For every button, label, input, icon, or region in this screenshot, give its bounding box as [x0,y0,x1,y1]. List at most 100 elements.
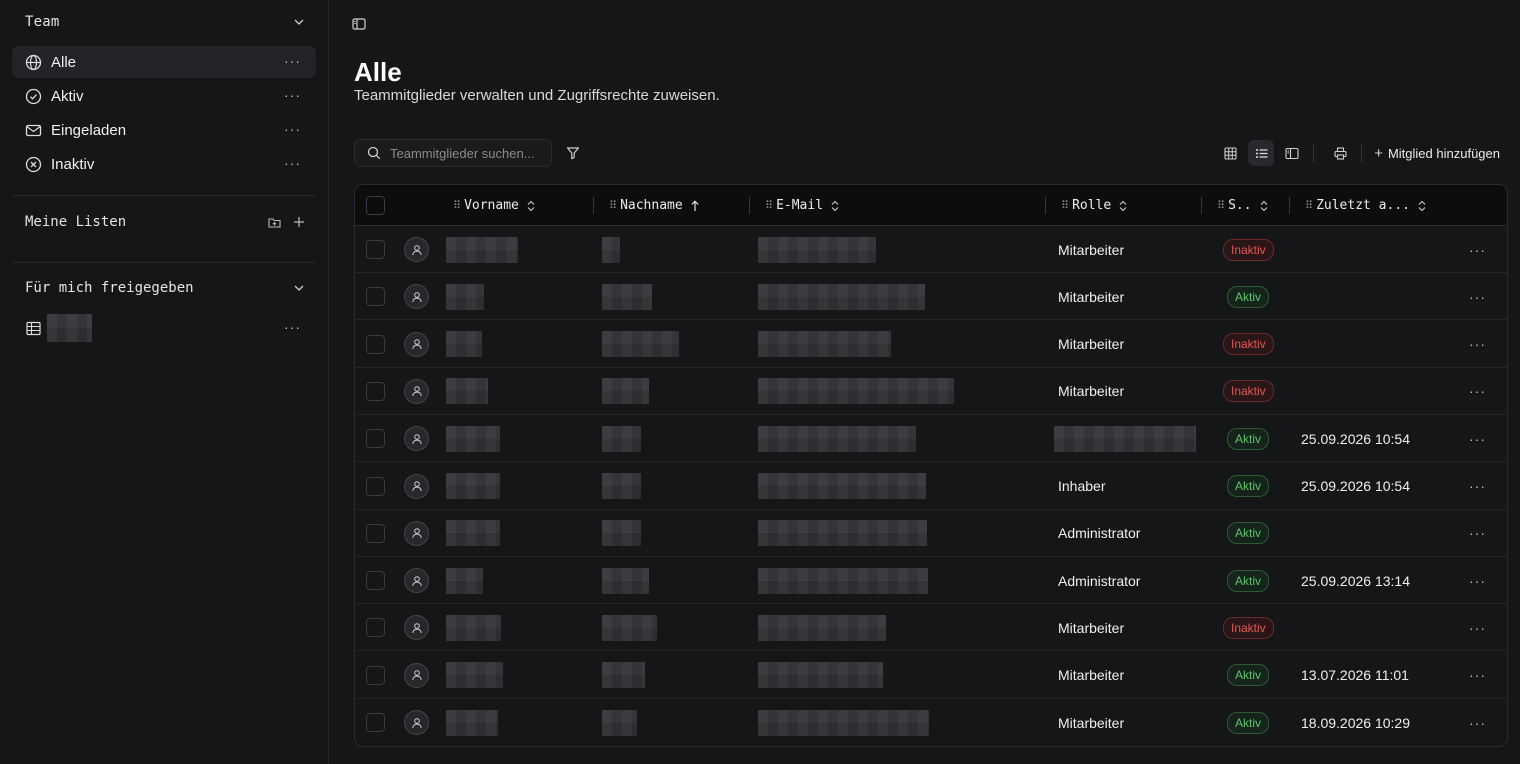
search-input[interactable] [390,145,540,161]
email-cell [758,557,928,604]
drag-handle-icon[interactable]: ⠿ [453,199,461,212]
row-checkbox[interactable] [366,240,385,259]
row-checkbox[interactable] [366,334,385,354]
drag-handle-icon[interactable]: ⠿ [1061,199,1069,212]
split-view-button[interactable] [1279,140,1305,166]
last-name-cell [602,368,649,415]
print-button[interactable] [1327,140,1353,166]
redacted-email [758,567,928,594]
row-select-cell [366,368,385,415]
search-box[interactable] [354,139,552,167]
more-icon[interactable]: ··· [1469,715,1486,731]
grid-view-button[interactable] [1217,140,1243,166]
row-checkbox[interactable] [366,476,385,496]
team-switcher[interactable]: Team [25,12,305,32]
more-icon[interactable]: ··· [1469,525,1486,541]
drag-handle-icon[interactable]: ⠿ [765,199,773,212]
row-checkbox[interactable] [366,523,385,543]
column-first-name[interactable]: ⠿ Vorname [453,185,536,226]
column-separator[interactable] [1045,197,1046,214]
more-icon[interactable]: ··· [1469,336,1486,352]
table-row[interactable]: Administrator Aktiv 25.09.2026 13:14 ··· [355,557,1507,605]
row-checkbox[interactable] [366,713,385,732]
sidebar-item-aktiv[interactable]: Aktiv ··· [12,80,316,112]
table-row[interactable]: Mitarbeiter Aktiv 18.09.2026 10:29 ··· [355,699,1507,746]
column-label: Zuletzt a... [1316,198,1410,213]
drag-handle-icon[interactable]: ⠿ [609,199,617,212]
sidebar-item-label: Alle [51,53,77,71]
globe-icon [25,54,42,71]
row-actions-cell: ··· [1469,652,1486,699]
page-subtitle: Teammitglieder verwalten und Zugriffsrec… [354,87,720,104]
last-name-cell [602,510,641,557]
sidebar-item-alle[interactable]: Alle ··· [12,46,316,78]
more-icon[interactable]: ··· [1469,383,1486,399]
more-icon[interactable]: ··· [284,87,301,103]
members-table: ⠿ Vorname ⠿ Nachname ⠿ E-Mail ⠿ Rolle ⠿ … [354,184,1508,747]
row-checkbox[interactable] [366,381,385,401]
table-row[interactable]: Mitarbeiter Inaktiv ··· [355,604,1507,652]
more-icon[interactable]: ··· [284,121,301,137]
more-icon[interactable]: ··· [1469,431,1486,447]
table-row[interactable]: Mitarbeiter Aktiv 13.07.2026 11:01 ··· [355,652,1507,699]
column-last-active[interactable]: ⠿ Zuletzt a... [1305,185,1427,226]
role-text: Mitarbeiter [1058,241,1125,258]
sidebar-toggle-icon[interactable] [352,17,366,31]
drag-handle-icon[interactable]: ⠿ [1217,199,1225,212]
plus-icon[interactable] [293,216,305,228]
column-separator[interactable] [1289,197,1290,214]
avatar [404,520,429,546]
table-row[interactable]: Mitarbeiter Inaktiv ··· [355,368,1507,415]
column-separator[interactable] [1201,197,1202,214]
new-folder-icon[interactable] [268,216,281,229]
avatar-cell [404,510,429,557]
more-icon[interactable]: ··· [1469,478,1486,494]
avatar-cell [404,699,429,746]
first-name-cell [446,463,500,510]
table-row[interactable]: Mitarbeiter Inaktiv ··· [355,226,1507,273]
column-separator[interactable] [593,197,594,214]
more-icon[interactable]: ··· [1469,573,1486,589]
list-view-button[interactable] [1248,140,1275,166]
column-role[interactable]: ⠿ Rolle [1061,185,1128,226]
table-row[interactable]: Mitarbeiter Inaktiv ··· [355,321,1507,368]
more-icon[interactable]: ··· [1469,289,1486,305]
more-icon[interactable]: ··· [1469,667,1486,683]
more-icon[interactable]: ··· [284,319,301,335]
row-checkbox[interactable] [366,429,385,449]
table-row[interactable]: Aktiv 25.09.2026 10:54 ··· [355,415,1507,463]
row-checkbox[interactable] [366,571,385,591]
column-separator[interactable] [749,197,750,214]
select-all-checkbox[interactable] [366,196,385,215]
sidebar-item-eingeladen[interactable]: Eingeladen ··· [12,114,316,146]
column-email[interactable]: ⠿ E-Mail [765,185,840,226]
status-badge: Inaktiv [1223,380,1274,403]
add-member-button[interactable]: + Mitglied hinzufügen [1374,145,1500,162]
more-icon[interactable]: ··· [284,155,301,171]
row-checkbox[interactable] [366,287,385,307]
table-row[interactable]: Mitarbeiter Aktiv ··· [355,273,1507,321]
row-checkbox[interactable] [366,665,385,685]
more-icon[interactable]: ··· [1469,620,1486,636]
column-status[interactable]: ⠿ S.. [1217,185,1269,226]
more-icon[interactable]: ··· [1469,242,1486,258]
table-row[interactable]: Inhaber Aktiv 25.09.2026 10:54 ··· [355,463,1507,510]
select-all-cell [366,185,385,226]
drag-handle-icon[interactable]: ⠿ [1305,199,1313,212]
redacted-last-name [602,473,641,499]
view-toolbar: + Mitglied hinzufügen [1212,140,1500,166]
filter-icon[interactable] [566,146,580,160]
column-last-name[interactable]: ⠿ Nachname [609,185,700,226]
redacted-list-name [47,314,92,342]
role-cell: Mitarbeiter [1058,699,1124,746]
table-row[interactable]: Administrator Aktiv ··· [355,510,1507,557]
redacted-last-name [602,614,657,641]
status-cell: Inaktiv [1223,368,1274,415]
row-checkbox[interactable] [366,618,385,638]
shared-section-header[interactable]: Für mich freigegeben [25,278,305,298]
column-label: Rolle [1072,198,1112,213]
shared-list-item[interactable]: ··· [12,312,316,344]
last-name-cell [602,604,657,651]
more-icon[interactable]: ··· [284,53,301,69]
sidebar-item-inaktiv[interactable]: Inaktiv ··· [12,148,316,180]
